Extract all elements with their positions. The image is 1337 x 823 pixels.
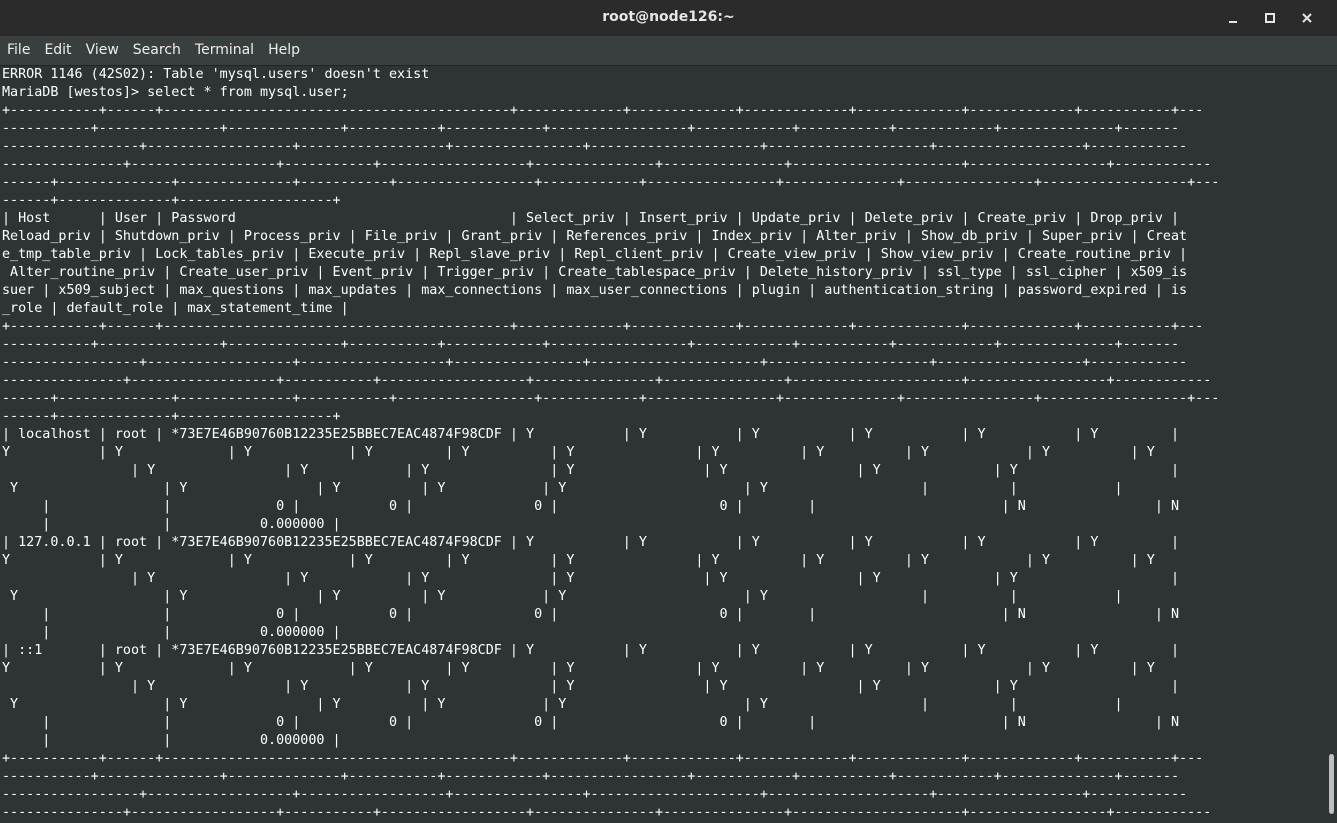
terminal-line: -----------+---------------+------------…: [2, 121, 1180, 136]
window-title: root@node126:~: [602, 9, 735, 25]
terminal-line: -----------------+------------------+---…: [2, 139, 1188, 154]
terminal-line: -----------+---------------+------------…: [2, 769, 1180, 784]
terminal-line: | Y | Y | Y | Y | Y | Y | Y |: [2, 463, 1180, 478]
terminal-line: -----------------+------------------+---…: [2, 787, 1188, 802]
terminal-line: Reload_priv | Shutdown_priv | Process_pr…: [2, 229, 1188, 244]
maximize-icon: [1264, 13, 1275, 23]
menu-edit[interactable]: Edit: [37, 36, 78, 65]
terminal-line: | ::1 | root | *73E7E46B90760B12235E25BB…: [2, 643, 1180, 658]
vertical-scrollbar[interactable]: [1326, 66, 1337, 823]
terminal-line: +-----------+------+--------------------…: [2, 751, 1204, 766]
terminal-line: Y | Y | Y | Y | Y | Y | | |: [2, 589, 1123, 604]
terminal-line: +-----------+------+--------------------…: [2, 319, 1204, 334]
terminal-line: ------+--------------+------------------…: [2, 193, 341, 208]
terminal-line: | 127.0.0.1 | root | *73E7E46B90760B1223…: [2, 535, 1180, 550]
menu-bar: File Edit View Search Terminal Help: [0, 36, 1337, 66]
terminal-line: ------+--------------+--------------+---…: [2, 391, 1220, 406]
terminal-line: Alter_routine_priv | Create_user_priv | …: [2, 265, 1188, 280]
terminal-text: ERROR 1146 (42S02): Table 'mysql.users' …: [0, 66, 1326, 822]
scrollbar-thumb[interactable]: [1329, 754, 1334, 814]
terminal-line: | Y | Y | Y | Y | Y | Y | Y |: [2, 571, 1180, 586]
minimize-button[interactable]: [1214, 0, 1251, 36]
terminal-line: Y | Y | Y | Y | Y | Y | | |: [2, 481, 1123, 496]
terminal-output-area[interactable]: ERROR 1146 (42S02): Table 'mysql.users' …: [0, 66, 1326, 823]
terminal-line: | | 0.000000 |: [2, 517, 341, 532]
minimize-icon: [1228, 21, 1237, 23]
terminal-line: ERROR 1146 (42S02): Table 'mysql.users' …: [2, 67, 430, 82]
terminal-line: +-----------+------+--------------------…: [2, 103, 1204, 118]
terminal-line: suer | x509_subject | max_questions | ma…: [2, 283, 1188, 298]
close-button[interactable]: [1288, 0, 1325, 36]
menu-terminal[interactable]: Terminal: [188, 36, 261, 65]
terminal-line: -----------------+------------------+---…: [2, 355, 1188, 370]
window-controls: [1214, 0, 1325, 36]
terminal-line: -----------+---------------+------------…: [2, 337, 1180, 352]
terminal-line: Y | Y | Y | Y | Y | Y | Y | Y | Y | Y | …: [2, 553, 1155, 568]
terminal-line: ---------------+------------------+-----…: [2, 157, 1212, 172]
terminal-window: root@node126:~ File Edit View Search Ter…: [0, 0, 1337, 823]
terminal-line: | | 0 | 0 | 0 | 0 | | | N | N: [2, 607, 1180, 622]
menu-help[interactable]: Help: [261, 36, 307, 65]
terminal-line: | | 0.000000 |: [2, 733, 341, 748]
menu-view[interactable]: View: [79, 36, 126, 65]
terminal-line: | Host | User | Password | Select_priv |…: [2, 211, 1180, 226]
terminal-line: _role | default_role | max_statement_tim…: [2, 301, 349, 316]
terminal-line: | | 0 | 0 | 0 | 0 | | | N | N: [2, 715, 1180, 730]
title-bar[interactable]: root@node126:~: [0, 0, 1337, 36]
terminal-line: | | 0.000000 |: [2, 625, 341, 640]
terminal-line: Y | Y | Y | Y | Y | Y | | |: [2, 697, 1123, 712]
terminal-line: | localhost | root | *73E7E46B90760B1223…: [2, 427, 1180, 442]
terminal-line: ---------------+------------------+-----…: [2, 805, 1212, 820]
menu-search[interactable]: Search: [126, 36, 188, 65]
terminal-line: ---------------+------------------+-----…: [2, 373, 1212, 388]
terminal-line: Y | Y | Y | Y | Y | Y | Y | Y | Y | Y | …: [2, 445, 1155, 460]
maximize-button[interactable]: [1251, 0, 1288, 36]
terminal-line: ------+--------------+--------------+---…: [2, 175, 1220, 190]
terminal-line: ------+--------------+------------------…: [2, 409, 341, 424]
terminal-line: Y | Y | Y | Y | Y | Y | Y | Y | Y | Y | …: [2, 661, 1155, 676]
menu-file[interactable]: File: [0, 36, 37, 65]
terminal-line: | Y | Y | Y | Y | Y | Y | Y |: [2, 679, 1180, 694]
terminal-line: | | 0 | 0 | 0 | 0 | | | N | N: [2, 499, 1180, 514]
close-icon: [1301, 13, 1312, 23]
terminal-line: MariaDB [westos]> select * from mysql.us…: [2, 85, 349, 100]
terminal-line: e_tmp_table_priv | Lock_tables_priv | Ex…: [2, 247, 1188, 262]
